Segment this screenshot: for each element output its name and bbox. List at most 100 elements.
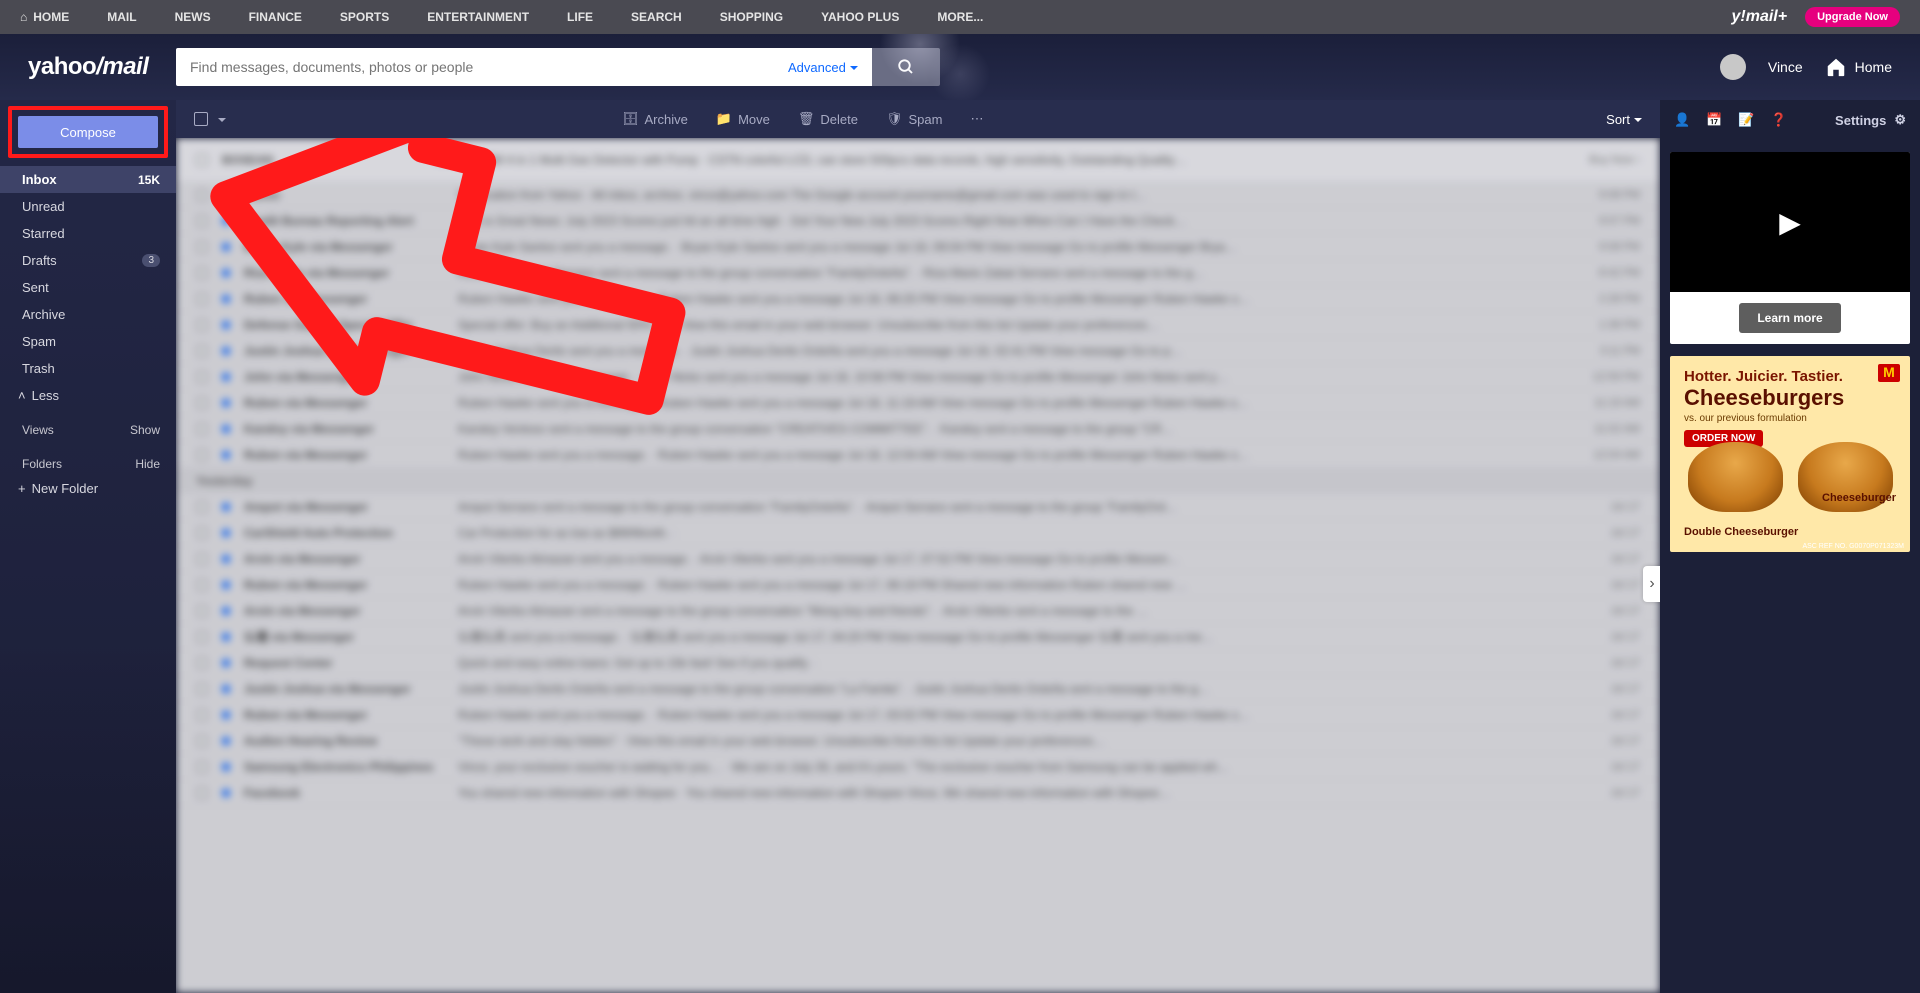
more-actions-button[interactable]: ⋯ [970, 111, 983, 127]
row-checkbox[interactable] [196, 527, 208, 539]
message-row[interactable]: Ruben via MessengerRuben Hawke sent you … [176, 286, 1660, 312]
message-row[interactable]: Ampot via MessengerAmpot Serrano sent a … [176, 494, 1660, 520]
upgrade-now-button[interactable]: Upgrade Now [1805, 7, 1900, 27]
new-folder-button[interactable]: + New Folder [0, 477, 176, 502]
nav-sports[interactable]: SPORTS [340, 10, 389, 24]
row-checkbox[interactable] [196, 423, 208, 435]
learn-more-button[interactable]: Learn more [1739, 303, 1840, 333]
nav-more[interactable]: MORE... [937, 10, 983, 24]
message-row[interactable]: Samsung Electronics PhilippinesVince, yo… [176, 754, 1660, 780]
message-row[interactable]: Ruben via MessengerRuben Hawke sent you … [176, 572, 1660, 598]
row-checkbox[interactable] [196, 449, 208, 461]
message-row[interactable]: Ruben via MessengerRuben Hawke sent you … [176, 390, 1660, 416]
message-row[interactable]: Justin Joshua via MessengerJustin Joshua… [176, 676, 1660, 702]
message-row[interactable]: Bryan Kyle via MessengerBryan Kyle Santo… [176, 234, 1660, 260]
message-row[interactable]: Arvin via MessengerArvin Viterbo Almazan… [176, 598, 1660, 624]
row-checkbox[interactable] [196, 215, 208, 227]
message-row[interactable]: FacebookYou shared new information with … [176, 780, 1660, 806]
video-ad[interactable]: ▶ Learn more [1670, 152, 1910, 344]
nav-yahooplus[interactable]: YAHOO PLUS [821, 10, 899, 24]
calendar-icon[interactable]: 📅 [1706, 112, 1722, 128]
archive-button[interactable]: 🗄Archive [622, 111, 688, 127]
nav-entertainment[interactable]: ENTERTAINMENT [427, 10, 529, 24]
display-ad[interactable]: M Hotter. Juicier. Tastier. Cheeseburger… [1670, 356, 1910, 552]
message-row[interactable]: CarShield Auto ProtectionCar Protection … [176, 520, 1660, 546]
folder-sent[interactable]: Sent [0, 274, 176, 301]
message-row[interactable]: Kandoy via MessengerKandoy Ventoso sent … [176, 416, 1660, 442]
settings-button[interactable]: Settings ⚙ [1835, 112, 1906, 128]
message-row[interactable]: John via MessengerJohn Nicko sent you a … [176, 364, 1660, 390]
row-checkbox[interactable] [196, 397, 208, 409]
folder-drafts[interactable]: Drafts3 [0, 247, 176, 274]
user-name[interactable]: Vince [1768, 59, 1803, 75]
video-player[interactable]: ▶ [1670, 152, 1910, 292]
row-checkbox[interactable] [196, 787, 208, 799]
message-row[interactable]: YahooNotification from Yahoo · All inbox… [176, 182, 1660, 208]
message-row[interactable]: Riza Marie via MessengerRiza Marie Zabat… [176, 260, 1660, 286]
row-checkbox[interactable] [196, 605, 208, 617]
yahoo-mail-logo[interactable]: yahoo/mail [28, 53, 176, 81]
row-checkbox[interactable] [196, 319, 208, 331]
folder-trash[interactable]: Trash [0, 355, 176, 382]
message-row[interactable]: Defense Gadget Special OfferSpecial offe… [176, 312, 1660, 338]
compose-button[interactable]: Compose [18, 116, 158, 148]
folder-archive[interactable]: Archive [0, 301, 176, 328]
home-link[interactable]: Home [1825, 56, 1892, 78]
row-checkbox[interactable] [196, 154, 208, 166]
row-checkbox[interactable] [196, 293, 208, 305]
nav-home[interactable]: ⌂ HOME [20, 10, 69, 24]
row-checkbox[interactable] [196, 371, 208, 383]
folder-inbox[interactable]: Inbox15K [0, 166, 176, 193]
row-checkbox[interactable] [196, 189, 208, 201]
row-checkbox[interactable] [196, 631, 208, 643]
row-checkbox[interactable] [196, 345, 208, 357]
row-checkbox[interactable] [196, 657, 208, 669]
spam-button[interactable]: 🛡Spam [886, 111, 942, 127]
message-row[interactable]: Audien Hearing Review"These work and sta… [176, 728, 1660, 754]
row-checkbox[interactable] [196, 735, 208, 747]
select-all-checkbox[interactable] [194, 112, 208, 126]
row-checkbox[interactable] [196, 501, 208, 513]
message-row[interactable]: Credit Bureau Reporting AlertThis is Gre… [176, 208, 1660, 234]
row-checkbox[interactable] [196, 761, 208, 773]
search-input[interactable] [176, 48, 774, 86]
nav-news[interactable]: NEWS [175, 10, 211, 24]
ad-row[interactable]: BOSEANAd · S-600M 4 in 1 Multi Gas Detec… [176, 138, 1660, 182]
message-row[interactable]: Ruben via MessengerRuben Hawke sent you … [176, 442, 1660, 468]
row-checkbox[interactable] [196, 579, 208, 591]
expand-rail-handle[interactable]: › [1643, 566, 1660, 602]
help-icon[interactable]: ❓ [1771, 112, 1787, 128]
row-checkbox[interactable] [196, 709, 208, 721]
move-button[interactable]: 📁Move [716, 111, 770, 127]
nav-search[interactable]: SEARCH [631, 10, 682, 24]
user-avatar[interactable] [1720, 54, 1746, 80]
notepad-icon[interactable]: 📝 [1738, 112, 1754, 128]
row-checkbox[interactable] [196, 267, 208, 279]
row-checkbox[interactable] [196, 683, 208, 695]
nav-mail[interactable]: MAIL [107, 10, 136, 24]
views-show-toggle[interactable]: Show [130, 423, 160, 437]
search-button[interactable] [872, 48, 940, 86]
folders-hide-toggle[interactable]: Hide [135, 457, 160, 471]
unread-dot-icon [222, 711, 230, 719]
delete-button[interactable]: 🗑Delete [798, 111, 858, 127]
message-row[interactable]: 仏壇 via Messenger仏壇仏具 sent you a message.… [176, 624, 1660, 650]
message-row[interactable]: Arvin via MessengerArvin Viterbo Almazan… [176, 546, 1660, 572]
nav-finance[interactable]: FINANCE [249, 10, 302, 24]
folder-unread[interactable]: Unread [0, 193, 176, 220]
folder-starred[interactable]: Starred [0, 220, 176, 247]
message-row[interactable]: Request CenterQuick and easy online loan… [176, 650, 1660, 676]
message-row[interactable]: Justin Joshua via MessengerJustin Joshua… [176, 338, 1660, 364]
message-row[interactable]: Ruben via MessengerRuben Hawke sent you … [176, 702, 1660, 728]
folder-spam[interactable]: Spam [0, 328, 176, 355]
contacts-icon[interactable]: 👤 [1674, 112, 1690, 128]
row-checkbox[interactable] [196, 553, 208, 565]
select-dropdown-icon[interactable] [218, 112, 226, 127]
nav-life[interactable]: LIFE [567, 10, 593, 24]
less-toggle[interactable]: ˄ Less [0, 382, 176, 409]
advanced-search-toggle[interactable]: Advanced [774, 48, 872, 86]
sort-toggle[interactable]: Sort [1606, 112, 1642, 127]
message-list[interactable]: BOSEANAd · S-600M 4 in 1 Multi Gas Detec… [176, 138, 1660, 993]
nav-shopping[interactable]: SHOPPING [720, 10, 783, 24]
row-checkbox[interactable] [196, 241, 208, 253]
